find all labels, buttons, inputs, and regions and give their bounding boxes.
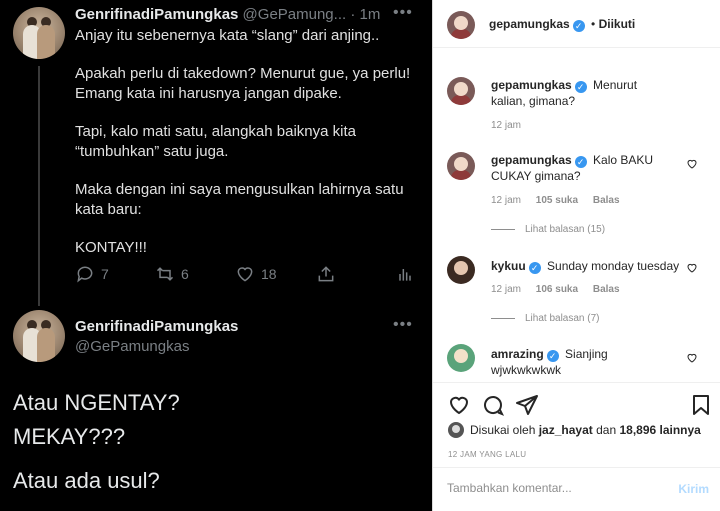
view-replies-button[interactable]: Lihat balasan (15) — [491, 224, 605, 235]
thread-connector-line — [38, 66, 40, 306]
tweet2-avatar[interactable] — [13, 310, 65, 362]
tweet1-author-handle[interactable]: @GePamung... — [243, 6, 347, 23]
view-replies-button[interactable]: Lihat balasan (7) — [491, 313, 600, 324]
more-horizontal-icon[interactable]: ••• — [393, 316, 413, 334]
comment-meta: 12 jam 106 suka Balas — [491, 284, 632, 295]
reply-link[interactable]: Balas — [593, 284, 620, 295]
comment-like-heart-icon[interactable] — [686, 352, 698, 364]
comment-avatar[interactable] — [447, 256, 475, 284]
verified-badge-icon: ✓ — [574, 156, 587, 168]
liked-by-prefix: Disukai oleh — [470, 423, 536, 437]
tweet2-text: Atau NGENTAY? MEKAY??? Atau ada usul? — [13, 386, 180, 498]
twitter-thread-panel: GenrifinadiPamungkas @GePamung... · 1m •… — [0, 0, 432, 511]
add-comment-bar: Kirim — [433, 467, 720, 511]
verified-badge-icon: ✓ — [546, 350, 559, 362]
liked-by-middle: dan — [596, 423, 617, 437]
reply-icon — [77, 266, 93, 283]
tweet1-line: KONTAY!!! — [75, 239, 147, 256]
reply-button[interactable]: 7 — [75, 264, 109, 284]
share-icon — [318, 266, 334, 282]
header-separator: • — [591, 17, 596, 31]
tweet1-action-bar: 7 6 18 — [75, 264, 415, 288]
comment-username[interactable]: kykuu — [491, 259, 526, 273]
header-avatar[interactable] — [447, 11, 475, 39]
instagram-comments-panel: gepamungkas ✓ • Diikuti gepamungkas ✓ Menu… — [432, 0, 720, 511]
comment-icon[interactable] — [481, 393, 505, 417]
retweet-count: 6 — [181, 266, 189, 282]
caption: gepamungkas ✓ Menurut kalian, gimana? — [491, 77, 671, 109]
post-header: gepamungkas ✓ • Diikuti — [433, 0, 720, 48]
like-heart-icon[interactable] — [447, 393, 471, 417]
tweet1-line: Apakah perlu di takedown? Menurut gue, y… — [75, 65, 411, 102]
heart-icon — [237, 267, 253, 282]
comment-username[interactable]: amrazing — [491, 347, 544, 361]
caption-username[interactable]: gepamungkas — [491, 78, 572, 92]
comment-time[interactable]: 12 jam — [491, 195, 521, 206]
comment-likes[interactable]: 105 suka — [536, 195, 578, 206]
verified-badge-icon: ✓ — [528, 262, 541, 274]
comment-like-heart-icon[interactable] — [686, 158, 698, 170]
liked-by-line: Disukai oleh jaz_hayat dan 18,896 lainny… — [448, 422, 701, 438]
reply-count: 7 — [101, 266, 109, 282]
view-replies-label: Lihat balasan (15) — [525, 224, 606, 235]
post-action-bar — [433, 382, 720, 424]
comment-avatar[interactable] — [447, 344, 475, 372]
post-comment-button[interactable]: Kirim — [678, 482, 709, 496]
verified-badge-icon: ✓ — [574, 81, 587, 93]
tweet1-time[interactable]: 1m — [360, 6, 381, 23]
header-user-line: gepamungkas ✓ • Diikuti — [489, 17, 635, 32]
comment: gepamungkas ✓ Kalo BAKU CUKAY gimana? — [491, 152, 656, 184]
tweet1-text: Anjay itu sebenernya kata “slang” dari a… — [75, 26, 415, 258]
reply-link[interactable]: Balas — [593, 195, 620, 206]
share-direct-icon[interactable] — [515, 393, 539, 417]
tweet1-line: Anjay itu sebenernya kata “slang” dari a… — [75, 27, 380, 44]
comment-time[interactable]: 12 jam — [491, 284, 521, 295]
comment: amrazing ✓ Sianjing wjwkwkwkwk — [491, 346, 656, 378]
tweet1-author-name[interactable]: GenrifinadiPamungkas — [75, 6, 238, 23]
comment: kykuu ✓ Sunday monday tuesday — [491, 258, 681, 274]
liked-by-avatar[interactable] — [448, 422, 464, 438]
verified-badge-icon: ✓ — [572, 20, 585, 32]
retweet-button[interactable]: 6 — [155, 264, 189, 284]
tweet2-line: Atau ada usul? — [13, 468, 160, 493]
tweet1-separator: · — [350, 6, 356, 23]
tweet1-line: Maka dengan ini saya mengusulkan lahirny… — [75, 181, 404, 218]
liked-by-count[interactable]: 18,896 lainnya — [619, 423, 700, 437]
tweet2-author-handle[interactable]: @GePamungkas — [75, 338, 189, 355]
analytics-icon — [399, 269, 411, 281]
comment-avatar[interactable] — [447, 152, 475, 180]
analytics-button[interactable] — [395, 264, 421, 284]
comment-input[interactable] — [447, 481, 647, 495]
view-replies-label: Lihat balasan (7) — [525, 313, 600, 324]
comment-likes[interactable]: 106 suka — [536, 284, 578, 295]
tweet2-author-name[interactable]: GenrifinadiPamungkas — [75, 318, 238, 335]
liked-by-user[interactable]: jaz_hayat — [539, 423, 593, 437]
like-button[interactable]: 18 — [235, 264, 277, 284]
caption-time[interactable]: 12 jam — [491, 120, 521, 131]
caption-avatar[interactable] — [447, 77, 475, 105]
tweet2-line: Atau NGENTAY? — [13, 390, 180, 415]
tweet1-line: Tapi, kalo mati satu, alangkah baiknya k… — [75, 123, 356, 160]
caption-meta: 12 jam — [491, 120, 533, 131]
like-count: 18 — [261, 266, 277, 282]
follow-status-button[interactable]: Diikuti — [599, 17, 636, 31]
header-username[interactable]: gepamungkas — [489, 17, 570, 31]
comment-meta: 12 jam 105 suka Balas — [491, 195, 632, 206]
share-button[interactable] — [316, 264, 342, 284]
tweet1-avatar[interactable] — [13, 7, 65, 59]
comment-text: Sunday monday tuesday — [547, 259, 680, 273]
post-time-ago[interactable]: 12 JAM YANG LALU — [448, 450, 526, 459]
comment-username[interactable]: gepamungkas — [491, 153, 572, 167]
retweet-icon — [156, 267, 174, 281]
tweet1-header: GenrifinadiPamungkas @GePamung... · 1m — [75, 6, 380, 23]
bookmark-icon[interactable] — [689, 393, 713, 417]
more-horizontal-icon[interactable]: ••• — [393, 4, 413, 22]
tweet2-line: MEKAY??? — [13, 424, 126, 449]
comment-like-heart-icon[interactable] — [686, 262, 698, 274]
